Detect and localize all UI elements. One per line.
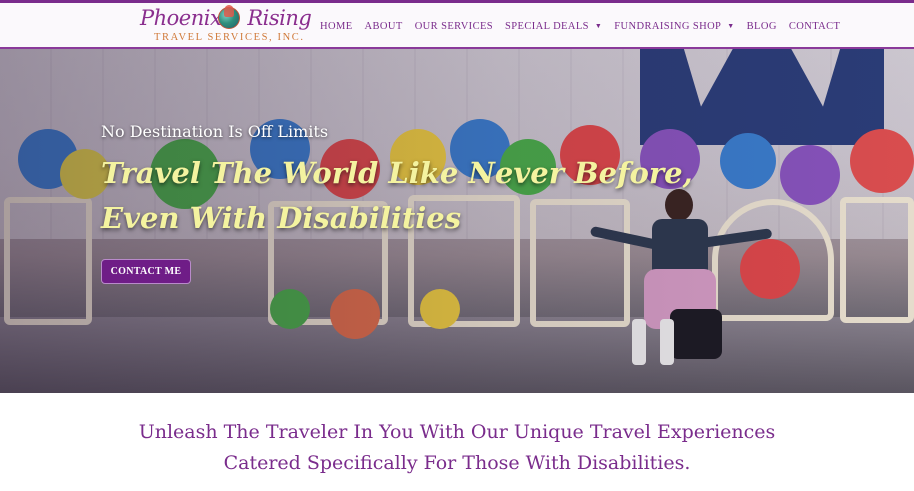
hero-headline-line2: Even With Disabilities xyxy=(101,201,462,235)
chevron-down-icon[interactable]: ▼ xyxy=(727,22,734,30)
nav-item-label: BLOG xyxy=(746,20,777,32)
nav-item-label: HOME xyxy=(320,20,353,32)
intro-section: Unleash The Traveler In You With Our Uni… xyxy=(0,393,914,491)
nav-item-label: FUNDRAISING SHOP xyxy=(614,20,722,32)
nav-item-fundraising-shop[interactable]: FUNDRAISING SHOP ▼ xyxy=(614,21,734,32)
main-navigation: HOME ABOUT OUR SERVICES SPECIAL DEALS ▼ F… xyxy=(320,3,852,49)
nav-item-contact[interactable]: CONTACT xyxy=(789,21,841,32)
site-header: Phoenix Rising TRAVEL SERVICES, INC. HOME… xyxy=(0,3,914,49)
nav-item-blog[interactable]: BLOG xyxy=(747,21,777,32)
nav-item-home[interactable]: HOME xyxy=(320,21,353,32)
brand-logo[interactable]: Phoenix Rising TRAVEL SERVICES, INC. xyxy=(138,5,312,47)
hero-tagline: No Destination Is Off Limits xyxy=(101,122,329,141)
brand-subtitle: TRAVEL SERVICES, INC. xyxy=(154,32,305,43)
nav-item-about[interactable]: ABOUT xyxy=(365,21,403,32)
chevron-down-icon[interactable]: ▼ xyxy=(595,22,602,30)
nav-item-our-services[interactable]: OUR SERVICES xyxy=(415,21,493,32)
nav-item-label: CONTACT xyxy=(788,20,841,32)
hero-headline-line1: Travel The World Like Never Before, xyxy=(101,156,693,190)
nav-item-label: SPECIAL DEALS xyxy=(505,20,589,32)
nav-item-label: ABOUT xyxy=(364,20,403,32)
nav-item-special-deals[interactable]: SPECIAL DEALS ▼ xyxy=(505,21,602,32)
intro-heading-line2: Catered Specifically For Those With Disa… xyxy=(223,452,691,474)
phoenix-flame-icon xyxy=(224,5,234,17)
intro-heading-line1: Unleash The Traveler In You With Our Uni… xyxy=(138,421,776,443)
brand-name-word1: Phoenix xyxy=(140,6,222,30)
brand-name-word2: Rising xyxy=(247,6,312,30)
contact-me-button[interactable]: CONTACT ME xyxy=(101,259,191,284)
nav-item-label: OUR SERVICES xyxy=(414,20,494,32)
